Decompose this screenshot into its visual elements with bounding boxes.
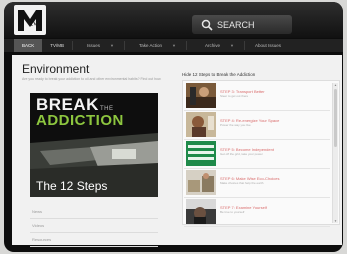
step-thumbnail [186,199,216,224]
side-link-list: News Videos Resources [30,205,158,247]
step-description: Make choices that help the earth [220,181,264,185]
nav-item-label: Archive [205,43,221,48]
step-description: Power the way you live [220,123,251,127]
nav-divider [72,41,74,50]
nav-divider [124,41,126,50]
step-list-scrollbar[interactable]: ▲ ▼ [332,83,338,223]
page-title: Environment [22,62,90,76]
search-icon [201,19,213,31]
step-item-5[interactable]: STEP 5: Become Independent Get off the g… [184,140,330,169]
step-thumbnail-image [186,141,216,166]
nav-bar: BACK TV/MB Issues ▼ Take Action ▼ Archiv… [4,39,343,52]
step-description: Be true to yourself [220,210,245,214]
step-thumbnail-image [186,170,216,195]
hero-image[interactable]: BREAKTHE ADDICTION The 12 Steps [30,93,158,197]
search-label: SEARCH [217,19,255,30]
scrollbar-thumb[interactable] [334,89,337,147]
step-item-4[interactable]: STEP 4: Re-energize Your Space Power the… [184,111,330,140]
nav-item-take-action[interactable]: Take Action ▼ [139,39,176,52]
search-button[interactable]: SEARCH [192,15,292,34]
step-thumbnail [186,112,216,137]
back-button[interactable]: BACK [14,39,43,52]
side-link-news[interactable]: News [30,205,158,219]
chevron-down-icon: ▼ [110,43,115,48]
steps-panel: Hide 12 Steps to Break the Addiction STE… [182,70,340,230]
top-bar: tv SEARCH [4,2,343,38]
step-thumbnail [186,83,216,108]
scroll-up-arrow-icon[interactable]: ▲ [333,83,338,87]
chevron-down-icon: ▼ [230,43,234,48]
chevron-down-icon: ▼ [172,43,176,48]
step-thumbnail-image [186,83,216,108]
step-item-7[interactable]: STEP 7: Examine Yourself Be true to your… [184,198,330,227]
main-content: Environment Are you ready to break your … [12,55,342,247]
hero-caption: The 12 Steps [36,179,108,193]
step-list: STEP 3: Transport Better Steer to get ou… [182,80,340,227]
step-item-3[interactable]: STEP 3: Transport Better Steer to get ou… [184,82,330,111]
mtv-logo-icon: tv [18,10,42,31]
page-subtitle: Are you ready to break your addiction to… [22,77,162,81]
steps-panel-title[interactable]: Hide 12 Steps to Break the Addiction [182,70,340,79]
nav-item-label: About Issues [254,43,281,48]
nav-item-label: Issues [87,43,101,48]
tv-label: TV/MB [50,43,65,48]
nav-item-archive[interactable]: Archive ▼ [205,39,234,52]
nav-divider [186,41,187,50]
device-frame: tv SEARCH BACK TV/MB Issues ▼ Take Actio… [4,2,343,252]
step-thumbnail [186,141,216,166]
step-item-6[interactable]: STEP 6: Make Wise Eco-Choices Make choic… [184,169,330,198]
back-label: BACK [22,43,35,48]
step-thumbnail [186,170,216,195]
nav-divider [243,41,245,50]
hero-headline-addiction: ADDICTION [36,112,124,129]
side-link-resources[interactable]: Resources [30,233,158,247]
step-thumbnail-image [186,199,216,224]
scroll-down-arrow-icon[interactable]: ▼ [333,219,338,223]
nav-item-label: Take Action [139,43,163,48]
step-description: Steer to get out there [220,94,249,98]
nav-item-about[interactable]: About Issues [255,39,281,52]
tv-tab[interactable]: TV/MB [42,39,72,52]
nav-item-issues[interactable]: Issues ▼ [87,39,114,52]
side-link-videos[interactable]: Videos [30,219,158,233]
step-thumbnail-image [186,112,216,137]
mtv-logo[interactable]: tv [14,5,46,35]
step-description: Get off the grid, take your power [220,152,263,156]
